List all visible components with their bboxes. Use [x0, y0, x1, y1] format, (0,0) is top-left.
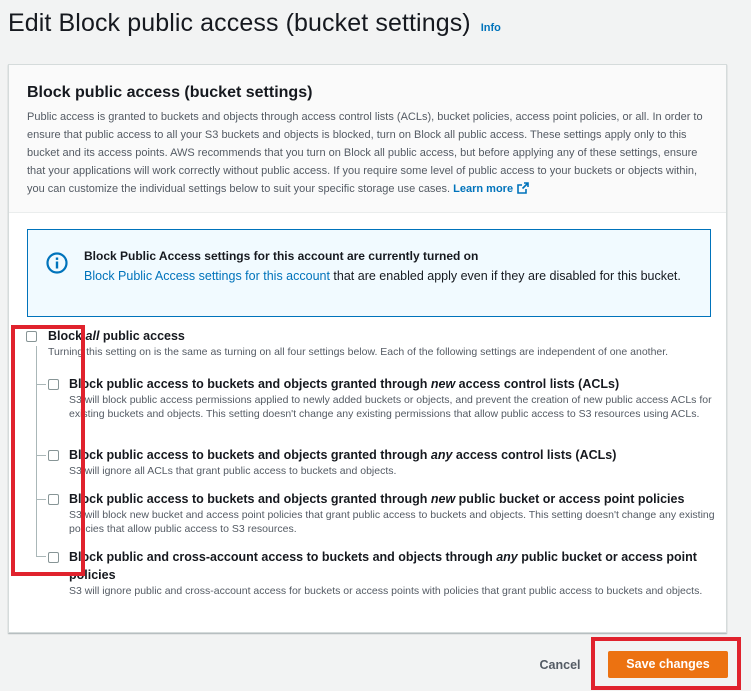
block-any-acls-description: S3 will ignore all ACLs that grant publi…	[69, 465, 397, 477]
block-new-policies-label-em: new	[430, 492, 456, 506]
block-all-label-post: public access	[99, 329, 185, 343]
info-link[interactable]: Info	[481, 22, 501, 34]
block-new-acls-label-em: new	[430, 377, 456, 391]
block-any-acls-label-pre: Block public access to buckets and objec…	[69, 448, 431, 462]
block-new-acls-description: S3 will block public access permissions …	[69, 394, 712, 420]
block-new-acls-label-post: access control lists (ACLs)	[455, 377, 620, 391]
block-new-policies-label-pre: Block public access to buckets and objec…	[69, 492, 431, 506]
block-new-acls-label: Block public access to buckets and objec…	[69, 375, 729, 393]
block-new-policies-label: Block public access to buckets and objec…	[69, 490, 729, 508]
checkbox-highlight-box	[11, 325, 85, 576]
block-any-acls-label-post: access control lists (ACLs)	[452, 448, 617, 462]
block-any-acls-label-em: any	[430, 448, 453, 462]
alert-body-text: that are enabled apply even if they are …	[329, 269, 681, 283]
alert-title: Block Public Access settings for this ac…	[84, 249, 479, 263]
page-title: Edit Block public access (bucket setting…	[8, 9, 471, 37]
block-all-label-em: all	[85, 329, 100, 343]
account-settings-link[interactable]: Block Public Access settings for this ac…	[84, 269, 330, 283]
panel-description: Public access is granted to buckets and …	[27, 108, 707, 198]
block-new-policies-label-post: public bucket or access point policies	[455, 492, 685, 506]
external-link-icon	[517, 182, 529, 194]
block-any-policies-label: Block public and cross-account access to…	[69, 548, 719, 584]
block-any-policies-label-pre: Block public and cross-account access to…	[69, 550, 497, 564]
block-all-description: Turning this setting on is the same as t…	[48, 346, 669, 358]
panel-description-text: Public access is granted to buckets and …	[27, 111, 703, 195]
block-any-acls-label: Block public access to buckets and objec…	[69, 446, 729, 464]
info-circle-icon	[46, 252, 68, 274]
page-header: Edit Block public access (bucket setting…	[8, 9, 501, 38]
block-new-acls-label-pre: Block public access to buckets and objec…	[69, 377, 431, 391]
learn-more-link[interactable]: Learn more	[453, 182, 529, 195]
learn-more-label: Learn more	[453, 183, 514, 195]
panel-header: Block public access (bucket settings) Pu…	[9, 65, 726, 213]
panel-title: Block public access (bucket settings)	[27, 84, 313, 101]
block-any-policies-description: S3 will ignore public and cross-account …	[69, 585, 703, 597]
block-new-policies-description: S3 will block new bucket and access poin…	[69, 509, 715, 535]
cancel-button[interactable]: Cancel	[532, 654, 588, 676]
account-settings-alert: Block Public Access settings for this ac…	[27, 229, 711, 317]
save-changes-button[interactable]: Save changes	[608, 651, 728, 678]
alert-body: Block Public Access settings for this ac…	[84, 267, 694, 285]
block-any-policies-label-em: any	[496, 550, 518, 564]
